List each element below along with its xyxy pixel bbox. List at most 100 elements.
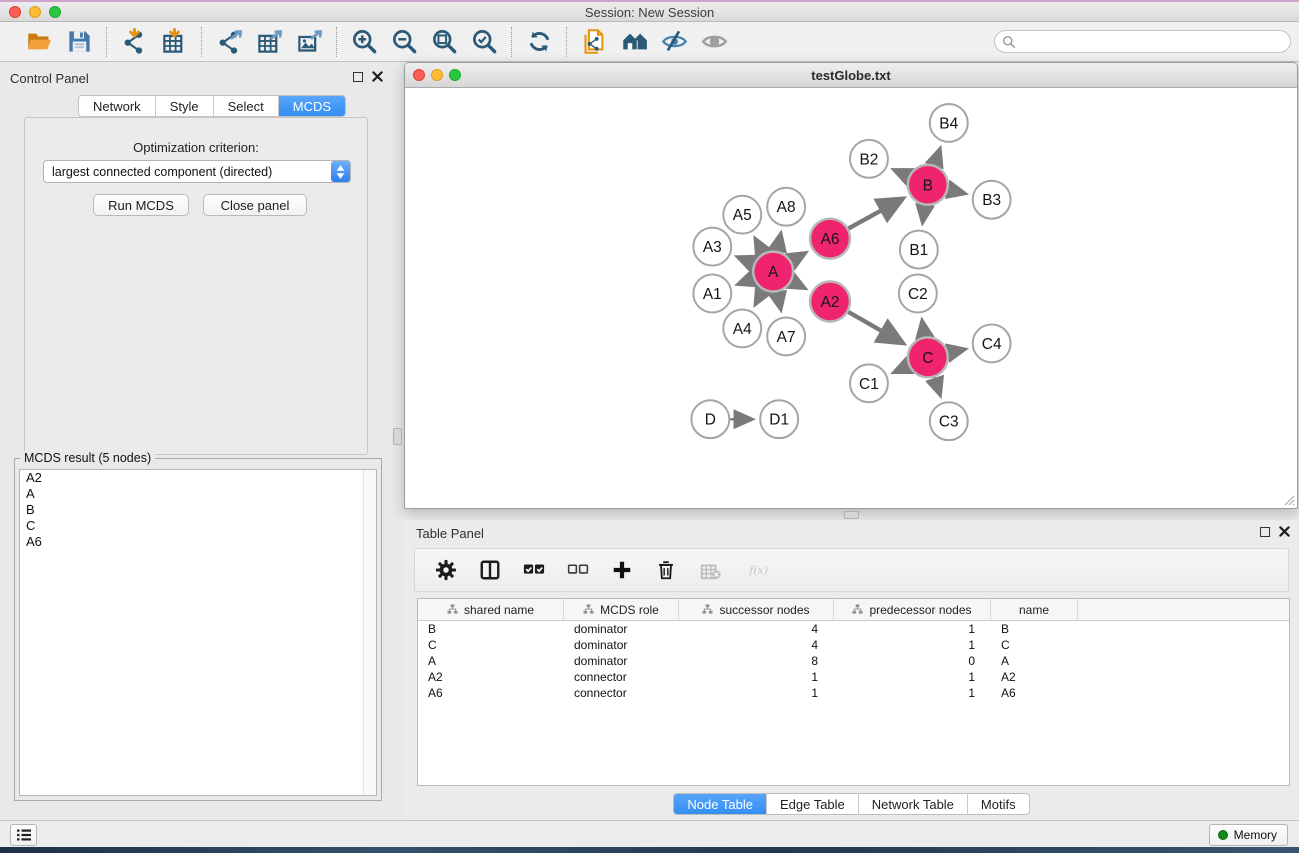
- table-row[interactable]: Adominator80A: [418, 653, 1289, 669]
- export-table-icon[interactable]: [254, 27, 284, 57]
- float-panel-icon[interactable]: [353, 72, 363, 82]
- tab-edge-table[interactable]: Edge Table: [767, 794, 859, 814]
- select-all-icon[interactable]: [521, 557, 547, 583]
- export-image-icon[interactable]: [294, 27, 324, 57]
- network-canvas[interactable]: B4B2BB3A5A8A6A3AA1B1C2A4A7A2CC4C1C3DD1: [406, 88, 1296, 507]
- edge-A-A8[interactable]: [777, 233, 781, 251]
- edge-A-A2[interactable]: [792, 281, 806, 288]
- edge-A-A7[interactable]: [777, 292, 781, 310]
- column-header-name[interactable]: name: [991, 599, 1078, 620]
- gear-icon[interactable]: [433, 557, 459, 583]
- memory-button[interactable]: Memory: [1209, 824, 1288, 846]
- trash-icon[interactable]: [653, 557, 679, 583]
- edge-A6-B[interactable]: [848, 199, 902, 229]
- run-mcds-button[interactable]: Run MCDS: [93, 194, 189, 216]
- column-header-successor-nodes[interactable]: successor nodes: [679, 599, 834, 620]
- edge-A-A1[interactable]: [738, 279, 754, 285]
- edge-B-B2[interactable]: [894, 170, 909, 177]
- table-cell: 0: [834, 653, 991, 669]
- table-panel-title: Table Panel: [416, 526, 484, 541]
- edge-A2-C[interactable]: [848, 312, 902, 343]
- zoom-out-icon[interactable]: [389, 27, 419, 57]
- close-table-panel-icon[interactable]: [1279, 526, 1290, 537]
- mcds-result-title: MCDS result (5 nodes): [20, 451, 155, 465]
- search-input[interactable]: [1016, 32, 1290, 51]
- table-row[interactable]: A6connector11A6: [418, 685, 1289, 701]
- deselect-all-icon[interactable]: [565, 557, 591, 583]
- application-window: Session: New Session Control Panel Netwo…: [0, 0, 1299, 853]
- column-header-predecessor-nodes[interactable]: predecessor nodes: [834, 599, 991, 620]
- close-panel-button[interactable]: Close panel: [203, 194, 307, 216]
- float-table-panel-icon[interactable]: [1260, 527, 1270, 537]
- tab-mcds[interactable]: MCDS: [279, 96, 345, 116]
- resize-grip-icon[interactable]: [1281, 492, 1295, 506]
- task-history-button[interactable]: [10, 824, 37, 846]
- zoom-fit-icon[interactable]: [429, 27, 459, 57]
- edge-B-B3[interactable]: [948, 190, 965, 194]
- edge-A-A5[interactable]: [755, 238, 763, 253]
- column-header-MCDS-role[interactable]: MCDS role: [564, 599, 679, 620]
- vertical-splitter-handle[interactable]: [393, 428, 402, 445]
- edge-B-B4[interactable]: [935, 148, 941, 164]
- zoom-in-icon[interactable]: [349, 27, 379, 57]
- tab-node-table[interactable]: Node Table: [674, 794, 767, 814]
- split-columns-icon[interactable]: [477, 557, 503, 583]
- mcds-result-list[interactable]: A2ABCA6: [19, 469, 377, 796]
- fx-icon: f(x): [741, 557, 777, 583]
- node-label-A6: A6: [821, 231, 840, 248]
- node-table[interactable]: shared nameMCDS rolesuccessor nodesprede…: [417, 598, 1290, 786]
- tab-network[interactable]: Network: [79, 96, 156, 116]
- table-row[interactable]: Bdominator41B: [418, 621, 1289, 637]
- network-view-window[interactable]: testGlobe.txt B4B2BB3A5A8A6A3AA1B1C2A4A7…: [404, 62, 1298, 509]
- mcds-result-item[interactable]: C: [20, 518, 376, 534]
- edge-A-A3[interactable]: [737, 257, 754, 264]
- mcds-result-item[interactable]: A: [20, 486, 376, 502]
- tab-network-table[interactable]: Network Table: [859, 794, 968, 814]
- table-panel: Table Panel f(x) shared nameMCDS rolesuc…: [404, 520, 1299, 820]
- control-panel: Control Panel NetworkStyleSelectMCDS Opt…: [0, 62, 391, 820]
- edge-C-C1[interactable]: [894, 366, 909, 373]
- close-panel-icon[interactable]: [372, 71, 383, 82]
- network-from-selection-icon[interactable]: [579, 27, 609, 57]
- scrollbar[interactable]: [363, 470, 376, 795]
- mcds-result-item[interactable]: A2: [20, 470, 376, 486]
- table-row[interactable]: A2connector11A2: [418, 669, 1289, 685]
- table-cell: dominator: [564, 621, 679, 637]
- column-header-shared-name[interactable]: shared name: [418, 599, 564, 620]
- toolbar-group: [12, 27, 106, 57]
- control-panel-tabs: NetworkStyleSelectMCDS: [78, 95, 346, 117]
- add-icon[interactable]: [609, 557, 635, 583]
- tab-select[interactable]: Select: [214, 96, 279, 116]
- horizontal-splitter-handle[interactable]: [844, 511, 859, 519]
- node-label-C4: C4: [982, 336, 1002, 353]
- import-network-icon[interactable]: [119, 27, 149, 57]
- tab-motifs[interactable]: Motifs: [968, 794, 1029, 814]
- table-cell: 1: [679, 685, 834, 701]
- table-row[interactable]: Cdominator41C: [418, 637, 1289, 653]
- tab-style[interactable]: Style: [156, 96, 214, 116]
- table-cell: 4: [679, 621, 834, 637]
- edge-C-C2[interactable]: [922, 320, 925, 337]
- search-box[interactable]: [994, 30, 1291, 53]
- optimization-criterion-select[interactable]: largest connected component (directed): [43, 160, 351, 183]
- window-titlebar[interactable]: Session: New Session: [0, 2, 1299, 22]
- mcds-result-item[interactable]: A6: [20, 534, 376, 550]
- import-table-icon[interactable]: [159, 27, 189, 57]
- network-window-titlebar[interactable]: testGlobe.txt: [405, 63, 1297, 88]
- zoom-selected-icon[interactable]: [469, 27, 499, 57]
- table-cell: C: [418, 637, 564, 653]
- network-graph[interactable]: B4B2BB3A5A8A6A3AA1B1C2A4A7A2CC4C1C3DD1: [406, 88, 1296, 507]
- edge-C-C4[interactable]: [948, 349, 965, 353]
- edge-A-A6[interactable]: [791, 253, 806, 261]
- edge-C-C3[interactable]: [934, 377, 940, 395]
- mcds-result-item[interactable]: B: [20, 502, 376, 518]
- refresh-icon[interactable]: [524, 27, 554, 57]
- edge-B-B1[interactable]: [923, 206, 925, 223]
- open-session-icon[interactable]: [24, 27, 54, 57]
- edge-A-A4[interactable]: [755, 290, 763, 305]
- first-neighbors-icon[interactable]: [619, 27, 649, 57]
- export-network-icon[interactable]: [214, 27, 244, 57]
- save-session-icon[interactable]: [64, 27, 94, 57]
- hide-selected-icon[interactable]: [659, 27, 689, 57]
- table-cell: A6: [991, 685, 1078, 701]
